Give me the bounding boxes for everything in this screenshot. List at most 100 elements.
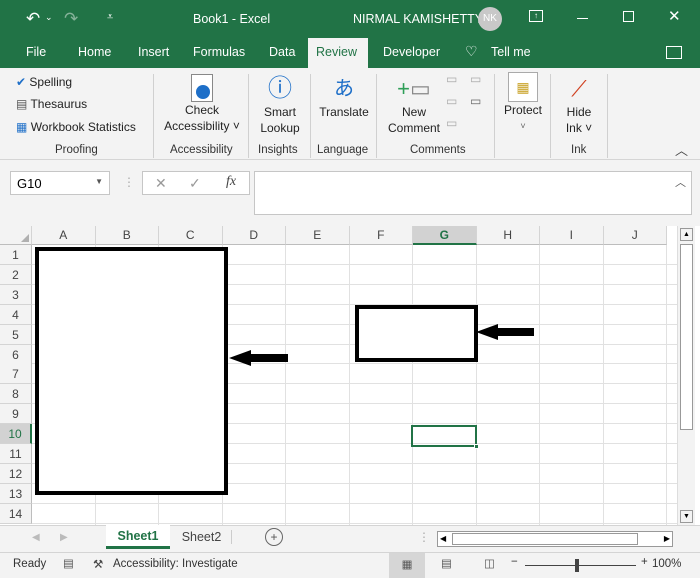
column-header-i[interactable]: I: [540, 226, 604, 245]
next-comment-icon[interactable]: ▭: [446, 116, 457, 130]
column-header-a[interactable]: A: [32, 226, 96, 245]
page-break-view-icon[interactable]: ◫: [484, 556, 495, 570]
scroll-down-icon[interactable]: ▼: [680, 510, 693, 523]
zoom-slider-thumb[interactable]: [575, 559, 579, 572]
row-header-9[interactable]: 9: [0, 404, 32, 425]
scroll-sheets-left-icon[interactable]: ◀: [32, 532, 40, 543]
column-header-e[interactable]: E: [286, 226, 350, 245]
page-layout-view-icon[interactable]: ▤: [441, 556, 452, 570]
maximize-button[interactable]: [623, 11, 634, 22]
horizontal-scrollbar[interactable]: ◀ ▶: [437, 531, 673, 547]
show-comments-icon[interactable]: ▭: [470, 94, 481, 108]
row-header-2[interactable]: 2: [0, 264, 32, 285]
customize-qat-icon[interactable]: ⩡: [107, 11, 113, 24]
close-button[interactable]: ✕: [668, 7, 681, 25]
column-header-g[interactable]: G: [413, 226, 477, 245]
minimize-button[interactable]: [577, 18, 588, 19]
row-header-6[interactable]: 6: [0, 344, 32, 365]
small-rectangle-shape[interactable]: [355, 305, 478, 362]
column-header-f[interactable]: F: [349, 226, 413, 245]
row-header-8[interactable]: 8: [0, 384, 32, 405]
previous-comment-icon[interactable]: ▭: [446, 94, 457, 108]
tell-me-search[interactable]: Tell me: [491, 45, 531, 59]
collapse-ribbon-icon[interactable]: ︿: [675, 140, 688, 159]
workbook-statistics-button[interactable]: ▦ Workbook Statistics: [16, 119, 136, 135]
row-header-13[interactable]: 13: [0, 483, 32, 504]
sheet-tab-sheet1[interactable]: Sheet1: [106, 525, 170, 549]
expand-formula-bar-icon[interactable]: ︿: [675, 174, 686, 190]
row-header-12[interactable]: 12: [0, 463, 32, 484]
spreadsheet-grid[interactable]: ABCDEFGHIJ 1 2 3 4 5 6 7 8 9 10 11 12 13 14: [0, 226, 677, 525]
column-header-d[interactable]: D: [222, 226, 286, 245]
zoom-level[interactable]: 100%: [652, 558, 681, 570]
row-header-14[interactable]: 14: [0, 503, 32, 524]
undo-icon[interactable]: ↶: [26, 9, 40, 29]
name-box-dropdown-icon[interactable]: ▼: [95, 177, 103, 186]
undo-dropdown-icon[interactable]: ⌄: [45, 12, 53, 23]
new-sheet-button[interactable]: +: [265, 528, 283, 546]
column-header-j[interactable]: J: [603, 226, 667, 245]
horizontal-scroll-thumb[interactable]: [452, 533, 638, 545]
ribbon-display-icon[interactable]: ↑: [529, 10, 543, 22]
scroll-left-icon[interactable]: ◀: [440, 532, 446, 546]
zoom-slider[interactable]: [525, 565, 636, 566]
select-all-corner[interactable]: [0, 226, 32, 245]
tab-developer[interactable]: Developer: [383, 45, 440, 59]
row-header-3[interactable]: 3: [0, 284, 32, 305]
resolve-comment-icon[interactable]: ▭: [470, 72, 481, 86]
accessibility-label: Accessibility: [164, 119, 230, 133]
row-header-7[interactable]: 7: [0, 364, 32, 385]
enter-icon[interactable]: ✓: [189, 175, 201, 192]
row-header-4[interactable]: 4: [0, 304, 32, 325]
tab-split-handle[interactable]: ⋮: [418, 530, 430, 544]
redo-icon[interactable]: ↷: [64, 9, 78, 29]
row-header-11[interactable]: 11: [0, 444, 32, 464]
tab-review[interactable]: Review: [308, 38, 368, 68]
hide-ink-button[interactable]: ⟋ Hide Ink ˅: [556, 74, 602, 136]
fill-handle[interactable]: [474, 444, 479, 449]
row-header-10[interactable]: 10: [0, 424, 32, 445]
zoom-in-button[interactable]: +: [641, 556, 648, 568]
group-label-proofing: Proofing: [55, 144, 98, 156]
insert-function-icon[interactable]: fx: [226, 174, 236, 190]
sheet-tab-sheet2[interactable]: Sheet2: [172, 530, 232, 544]
protect-button[interactable]: ▦ Protect ˅: [500, 72, 546, 134]
scroll-up-icon[interactable]: ▲: [680, 228, 693, 241]
normal-view-icon[interactable]: ▦: [389, 553, 425, 578]
thesaurus-button[interactable]: ▤ Thesaurus: [16, 96, 87, 112]
column-header-h[interactable]: H: [476, 226, 540, 245]
window-title: Book1 - Excel: [193, 12, 271, 26]
zoom-out-button[interactable]: −: [511, 556, 518, 568]
tab-file[interactable]: File: [26, 45, 46, 59]
comments-icon[interactable]: [666, 46, 682, 59]
vertical-scrollbar[interactable]: ▲ ▼: [677, 226, 695, 525]
tab-insert[interactable]: Insert: [138, 45, 169, 59]
tab-data[interactable]: Data: [269, 45, 295, 59]
tab-formulas[interactable]: Formulas: [193, 45, 245, 59]
delete-comment-icon[interactable]: ▭: [446, 72, 457, 86]
avatar[interactable]: NK: [478, 7, 502, 31]
smart-lookup-button[interactable]: ⓘ Smart Lookup: [254, 74, 306, 136]
row-header-5[interactable]: 5: [0, 324, 32, 345]
large-rectangle-shape[interactable]: [35, 247, 228, 495]
tab-home[interactable]: Home: [78, 45, 111, 59]
spelling-button[interactable]: ✔ Spelling: [16, 74, 72, 90]
check-accessibility-button[interactable]: Check Accessibility ˅: [160, 74, 244, 134]
left-arrow-shape-1[interactable]: [229, 348, 289, 368]
new-comment-button[interactable]: +▭ New Comment: [384, 74, 444, 136]
left-arrow-shape-2[interactable]: [476, 322, 536, 342]
scroll-right-icon[interactable]: ▶: [664, 532, 670, 546]
formula-input[interactable]: ︿: [254, 171, 692, 215]
name-box[interactable]: G10 ▼: [10, 171, 110, 195]
row-header-1[interactable]: 1: [0, 245, 32, 265]
selected-cell-g10[interactable]: [411, 425, 479, 449]
column-header-c[interactable]: C: [159, 226, 223, 245]
vertical-scroll-thumb[interactable]: [680, 244, 693, 430]
translate-button[interactable]: あ Translate: [316, 74, 372, 120]
comment-label: Comment: [387, 121, 440, 135]
accessibility-status[interactable]: Accessibility: Investigate: [113, 558, 238, 570]
scroll-sheets-right-icon[interactable]: ▶: [60, 532, 68, 543]
column-header-b[interactable]: B: [95, 226, 159, 245]
cancel-icon[interactable]: ✕: [155, 175, 167, 192]
macro-recording-icon[interactable]: ▤: [63, 556, 74, 570]
